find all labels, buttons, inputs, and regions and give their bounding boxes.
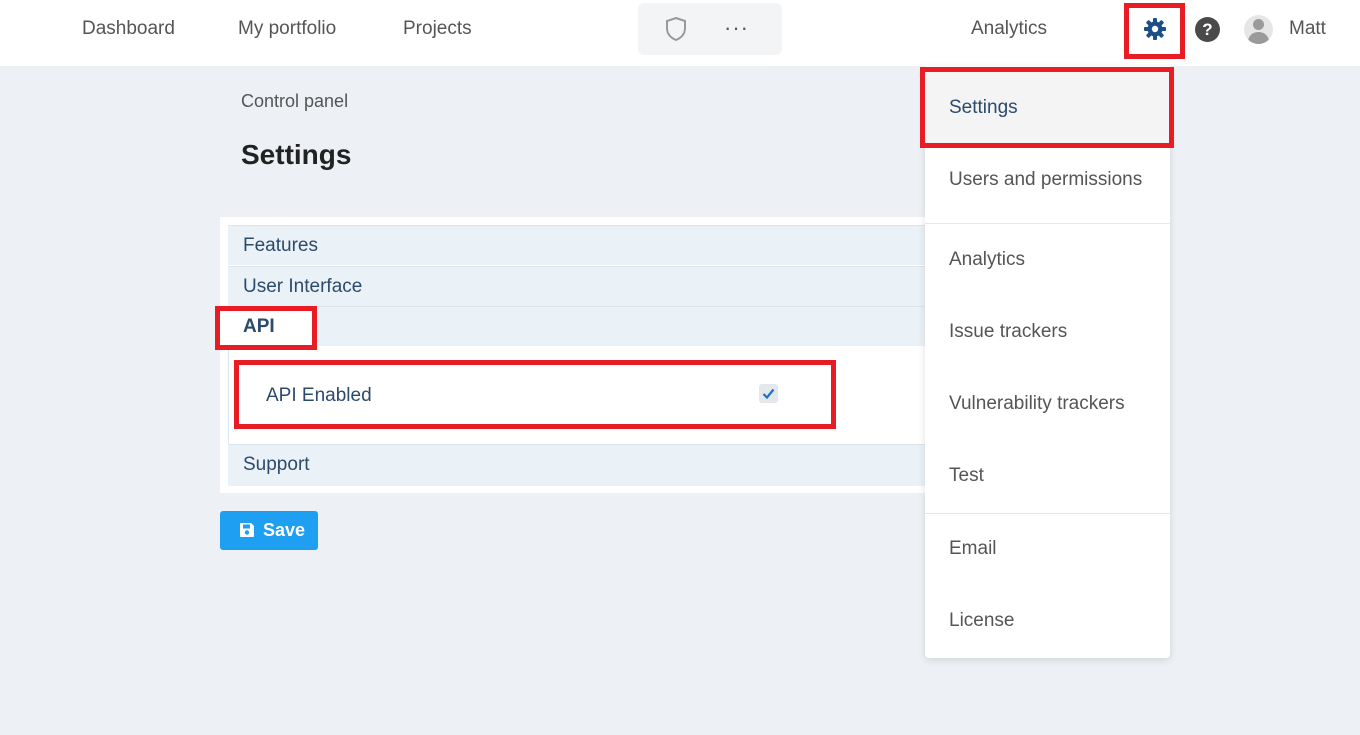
section-support[interactable]: Support: [228, 444, 940, 486]
top-navbar: Dashboard My portfolio Projects ··· Anal…: [0, 0, 1360, 66]
section-features-label: Features: [243, 235, 318, 256]
checkmark-icon: [762, 388, 775, 400]
avatar-head: [1253, 19, 1264, 30]
nav-my-portfolio[interactable]: My portfolio: [238, 18, 336, 40]
page-title: Settings: [241, 139, 352, 170]
nav-projects[interactable]: Projects: [403, 18, 472, 40]
floppy-disk-icon: [240, 523, 254, 537]
api-enabled-label: API Enabled: [266, 385, 372, 406]
shield-icon[interactable]: [664, 16, 688, 42]
menu-divider: [925, 513, 1170, 514]
save-label: Save: [263, 520, 306, 540]
menu-item-license[interactable]: License: [949, 610, 1015, 632]
section-features[interactable]: Features: [228, 225, 940, 265]
section-user-interface-label: User Interface: [243, 276, 363, 297]
avatar[interactable]: [1244, 15, 1273, 44]
menu-item-settings[interactable]: Settings: [949, 97, 1018, 119]
menu-item-analytics[interactable]: Analytics: [949, 249, 1025, 271]
more-options-button[interactable]: ···: [724, 15, 749, 41]
menu-item-test[interactable]: Test: [949, 465, 984, 487]
breadcrumb[interactable]: Control panel: [241, 91, 348, 112]
nav-dashboard[interactable]: Dashboard: [82, 18, 175, 40]
help-icon[interactable]: ?: [1195, 17, 1220, 42]
section-support-label: Support: [243, 454, 310, 475]
menu-divider: [925, 223, 1170, 224]
center-nav-group: [638, 3, 782, 55]
settings-dropdown-menu: [925, 66, 1170, 658]
avatar-body: [1248, 32, 1269, 44]
gear-icon[interactable]: [1143, 17, 1167, 41]
menu-item-users-and-permissions[interactable]: Users and permissions: [949, 169, 1142, 191]
menu-item-issue-trackers[interactable]: Issue trackers: [949, 321, 1067, 343]
save-button[interactable]: Save: [220, 511, 318, 550]
user-name[interactable]: Matt: [1289, 18, 1326, 40]
section-api[interactable]: [228, 306, 940, 346]
api-enabled-checkbox[interactable]: [759, 384, 778, 403]
menu-item-vulnerability-trackers[interactable]: Vulnerability trackers: [949, 393, 1125, 415]
menu-item-email[interactable]: Email: [949, 538, 997, 560]
section-api-label[interactable]: API: [243, 316, 275, 338]
nav-analytics[interactable]: Analytics: [971, 18, 1047, 40]
section-user-interface[interactable]: User Interface: [228, 266, 940, 306]
